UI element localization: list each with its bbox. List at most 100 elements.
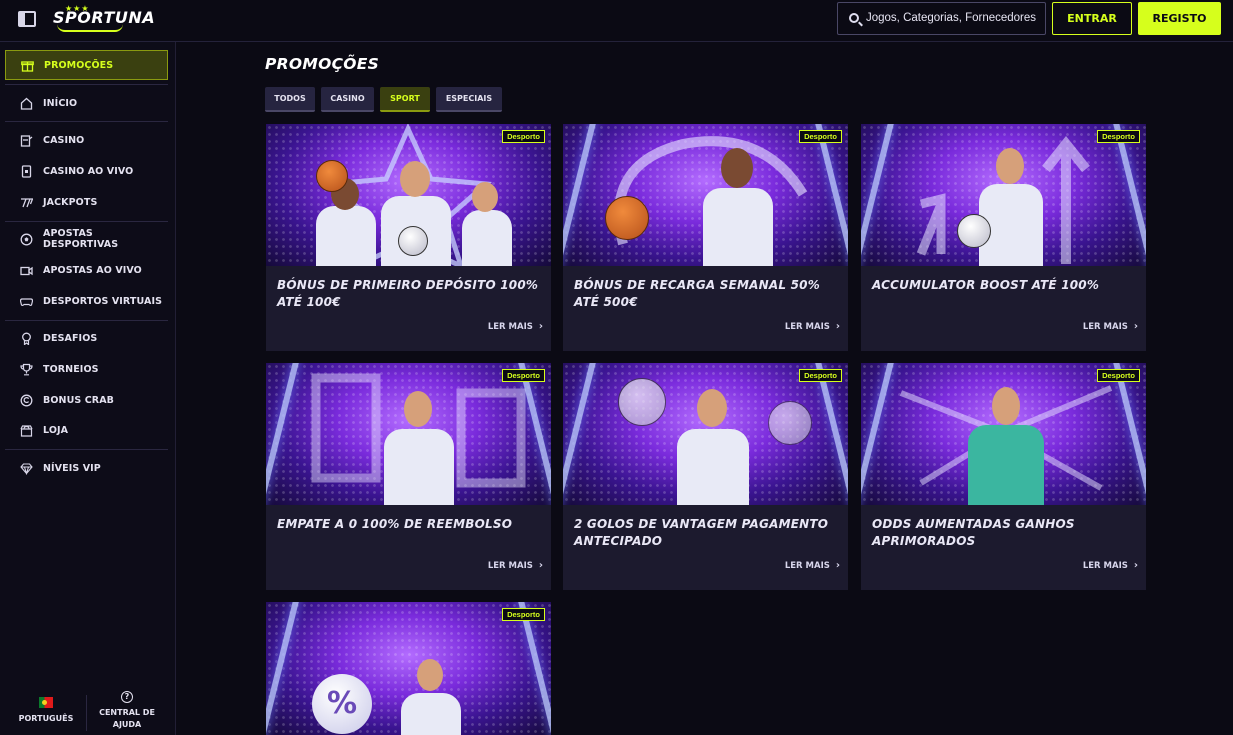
bonus-icon xyxy=(20,394,33,407)
gift-icon xyxy=(21,59,34,72)
sidebar-item-label: DESPORTOS VIRTUAIS xyxy=(43,295,163,307)
chevron-right-icon: › xyxy=(538,321,543,332)
sidebar-item-promocoes[interactable]: PROMOÇÕES xyxy=(5,50,168,80)
category-badge: Desporto xyxy=(502,369,545,382)
sidebar-item-desportos-virtuais[interactable]: DESPORTOS VIRTUAIS xyxy=(5,286,168,316)
promo-card[interactable]: Desporto ACCUMULATOR BOOST ATÉ 100% LER … xyxy=(861,124,1146,351)
chevron-right-icon: › xyxy=(1133,321,1138,332)
shop-icon xyxy=(20,424,33,437)
sidebar-item-label: PROMOÇÕES xyxy=(44,59,114,71)
read-more-label: LER MAIS xyxy=(784,561,830,571)
sidebar-item-niveis-vip[interactable]: NÍVEIS VIP xyxy=(5,453,168,483)
read-more-link[interactable]: LER MAIS › xyxy=(785,321,840,332)
category-badge: Desporto xyxy=(502,608,545,621)
divider xyxy=(5,121,168,122)
divider xyxy=(5,449,168,450)
sidebar-item-label: NÍVEIS VIP xyxy=(43,462,101,474)
sidebar-item-inicio[interactable]: INÍCIO xyxy=(5,88,168,118)
chevron-right-icon: › xyxy=(1133,560,1138,571)
sidebar-item-casino-ao-vivo[interactable]: CASINO AO VIVO xyxy=(5,156,168,186)
promo-banner-image xyxy=(266,124,551,266)
jackpot-icon xyxy=(20,196,33,209)
divider xyxy=(5,84,168,85)
sidebar-item-label: JACKPOTS xyxy=(43,196,98,208)
read-more-link[interactable]: LER MAIS › xyxy=(1083,321,1138,332)
read-more-link[interactable]: LER MAIS › xyxy=(1083,560,1138,571)
read-more-link[interactable]: LER MAIS › xyxy=(488,560,543,571)
read-more-label: LER MAIS xyxy=(487,322,533,332)
search-icon xyxy=(849,13,859,23)
tab-especiais[interactable]: ESPECIAIS xyxy=(436,87,502,112)
sidebar-item-label: TORNEIOS xyxy=(43,363,99,375)
sidebar-item-loja[interactable]: LOJA xyxy=(5,415,168,445)
slot-icon xyxy=(20,134,33,147)
promo-banner-image xyxy=(563,363,848,505)
sidebar-item-apostas-desportivas[interactable]: APOSTAS DESPORTIVAS xyxy=(5,224,168,254)
read-more-label: LER MAIS xyxy=(487,561,533,571)
promo-title: BÓNUS DE PRIMEIRO DEPÓSITO 100% ATÉ 100€ xyxy=(277,278,539,309)
trophy-icon xyxy=(20,363,33,376)
sidebar-toggle-icon[interactable] xyxy=(18,11,36,27)
sidebar-item-label: APOSTAS AO VIVO xyxy=(43,264,142,276)
sidebar: PROMOÇÕES INÍCIO CASINO CASINO AO VIVO J… xyxy=(0,42,176,735)
register-button[interactable]: REGISTO xyxy=(1138,2,1221,35)
read-more-link[interactable]: LER MAIS › xyxy=(785,560,840,571)
language-selector[interactable]: PORTUGUÊS xyxy=(14,697,78,723)
promo-card[interactable]: Desporto EMPATE A 0 100% DE REEMBOLSO LE… xyxy=(266,363,551,590)
tab-casino[interactable]: CASINO xyxy=(321,87,374,112)
sidebar-item-casino[interactable]: CASINO xyxy=(5,125,168,155)
sidebar-item-label: LOJA xyxy=(43,424,69,436)
sidebar-item-torneios[interactable]: TORNEIOS xyxy=(5,354,168,384)
page-title: PROMOÇÕES xyxy=(265,55,380,73)
chevron-right-icon: › xyxy=(835,560,840,571)
help-icon: ? xyxy=(121,691,133,703)
sidebar-item-jackpots[interactable]: JACKPOTS xyxy=(5,187,168,217)
promo-card[interactable]: Desporto BÓNUS DE RECARGA SEMANAL 50% AT… xyxy=(563,124,848,351)
promo-card[interactable]: % Desporto xyxy=(266,602,551,735)
promo-card[interactable]: Desporto 2 GOLOS DE VANTAGEM PAGAMENTO A… xyxy=(563,363,848,590)
gamepad-icon xyxy=(20,295,33,308)
tab-todos[interactable]: TODOS xyxy=(265,87,315,112)
sidebar-item-label: INÍCIO xyxy=(43,97,78,109)
promo-title: EMPATE A 0 100% DE REEMBOLSO xyxy=(277,517,513,531)
promo-banner-image xyxy=(861,363,1146,505)
chevron-right-icon: › xyxy=(835,321,840,332)
live-video-icon xyxy=(20,264,33,277)
divider xyxy=(5,221,168,222)
read-more-label: LER MAIS xyxy=(1082,322,1128,332)
sidebar-item-bonus-crab[interactable]: BONUS CRAB xyxy=(5,385,168,415)
promo-title: BÓNUS DE RECARGA SEMANAL 50% ATÉ 500€ xyxy=(574,278,820,309)
sidebar-item-label: DESAFIOS xyxy=(43,332,98,344)
promo-title: ACCUMULATOR BOOST ATÉ 100% xyxy=(872,278,1100,292)
promo-banner-image xyxy=(861,124,1146,266)
sidebar-item-apostas-ao-vivo[interactable]: APOSTAS AO VIVO xyxy=(5,255,168,285)
brand-logo[interactable]: ★★★ SPORTUNA xyxy=(53,4,155,34)
category-badge: Desporto xyxy=(799,130,842,143)
read-more-label: LER MAIS xyxy=(784,322,830,332)
logo-swoosh xyxy=(57,24,123,32)
login-button[interactable]: ENTRAR xyxy=(1052,2,1132,35)
promo-banner-image xyxy=(563,124,848,266)
help-label: CENTRAL DE AJUDA xyxy=(99,708,155,729)
read-more-link[interactable]: LER MAIS › xyxy=(488,321,543,332)
promo-banner-image xyxy=(266,363,551,505)
portugal-flag-icon xyxy=(39,697,53,708)
search-placeholder: Jogos, Categorias, Fornecedores xyxy=(866,12,1037,24)
promo-card[interactable]: Desporto ODDS AUMENTADAS GANHOS APRIMORA… xyxy=(861,363,1146,590)
divider xyxy=(5,320,168,321)
promo-card[interactable]: Desporto BÓNUS DE PRIMEIRO DEPÓSITO 100%… xyxy=(266,124,551,351)
sidebar-item-label: BONUS CRAB xyxy=(43,394,115,406)
language-label: PORTUGUÊS xyxy=(18,714,74,723)
chevron-right-icon: › xyxy=(538,560,543,571)
category-badge: Desporto xyxy=(1097,369,1140,382)
sidebar-item-desafios[interactable]: DESAFIOS xyxy=(5,323,168,353)
sidebar-item-label: APOSTAS DESPORTIVAS xyxy=(43,228,119,250)
search-input[interactable]: Jogos, Categorias, Fornecedores xyxy=(837,2,1046,35)
help-center-link[interactable]: ? CENTRAL DE AJUDA xyxy=(96,691,158,731)
category-badge: Desporto xyxy=(1097,130,1140,143)
category-badge: Desporto xyxy=(799,369,842,382)
tab-sport[interactable]: SPORT xyxy=(380,87,430,112)
medal-icon xyxy=(20,332,33,345)
footer-divider xyxy=(86,695,87,731)
top-bar: ★★★ SPORTUNA Jogos, Categorias, Forneced… xyxy=(0,0,1233,42)
